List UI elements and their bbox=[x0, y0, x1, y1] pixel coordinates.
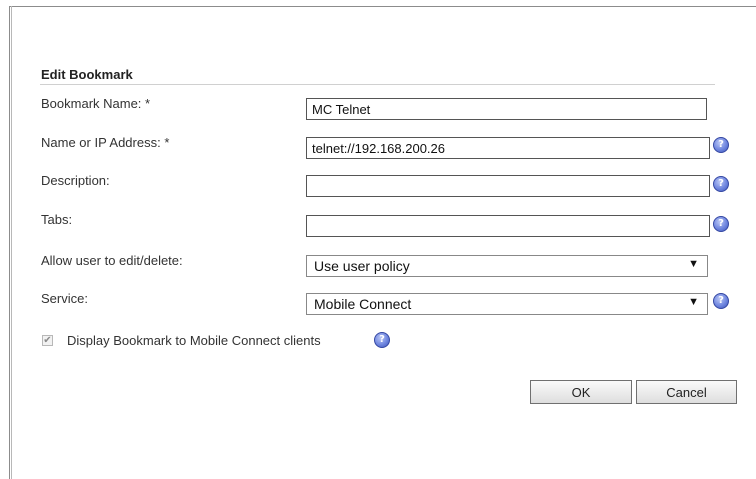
allow-edit-selected-value: Use user policy bbox=[314, 258, 410, 274]
service-select[interactable]: Mobile Connect ▼ bbox=[306, 293, 708, 315]
display-mc-label: Display Bookmark to Mobile Connect clien… bbox=[67, 333, 321, 348]
tabs-label: Tabs: bbox=[41, 212, 73, 227]
bookmark-name-label: Bookmark Name: * bbox=[41, 96, 151, 111]
ok-button[interactable]: OK bbox=[530, 380, 632, 404]
display-mc-checkbox[interactable]: ✔ bbox=[42, 335, 53, 346]
service-help-icon[interactable]: ? bbox=[713, 293, 729, 309]
window-top-border bbox=[9, 6, 756, 7]
allow-edit-select[interactable]: Use user policy ▼ bbox=[306, 255, 708, 277]
chevron-down-icon: ▼ bbox=[688, 296, 699, 308]
display-mc-help-icon[interactable]: ? bbox=[374, 332, 390, 348]
window-left-border-inner bbox=[11, 6, 12, 479]
bookmark-name-input[interactable] bbox=[306, 98, 707, 120]
description-help-icon[interactable]: ? bbox=[713, 176, 729, 192]
allow-edit-label: Allow user to edit/delete: bbox=[41, 253, 183, 268]
description-input[interactable] bbox=[306, 175, 710, 197]
service-selected-value: Mobile Connect bbox=[314, 296, 412, 312]
section-divider bbox=[40, 84, 715, 85]
tabs-input[interactable] bbox=[306, 215, 710, 237]
window-left-border bbox=[9, 6, 10, 479]
tabs-help-icon[interactable]: ? bbox=[713, 216, 729, 232]
service-label: Service: bbox=[41, 291, 88, 306]
address-help-icon[interactable]: ? bbox=[713, 137, 729, 153]
address-input[interactable] bbox=[306, 137, 710, 159]
address-label: Name or IP Address: * bbox=[41, 135, 170, 150]
description-label: Description: bbox=[41, 173, 110, 188]
cancel-button[interactable]: Cancel bbox=[636, 380, 737, 404]
chevron-down-icon: ▼ bbox=[688, 258, 699, 270]
section-title: Edit Bookmark bbox=[41, 67, 133, 82]
